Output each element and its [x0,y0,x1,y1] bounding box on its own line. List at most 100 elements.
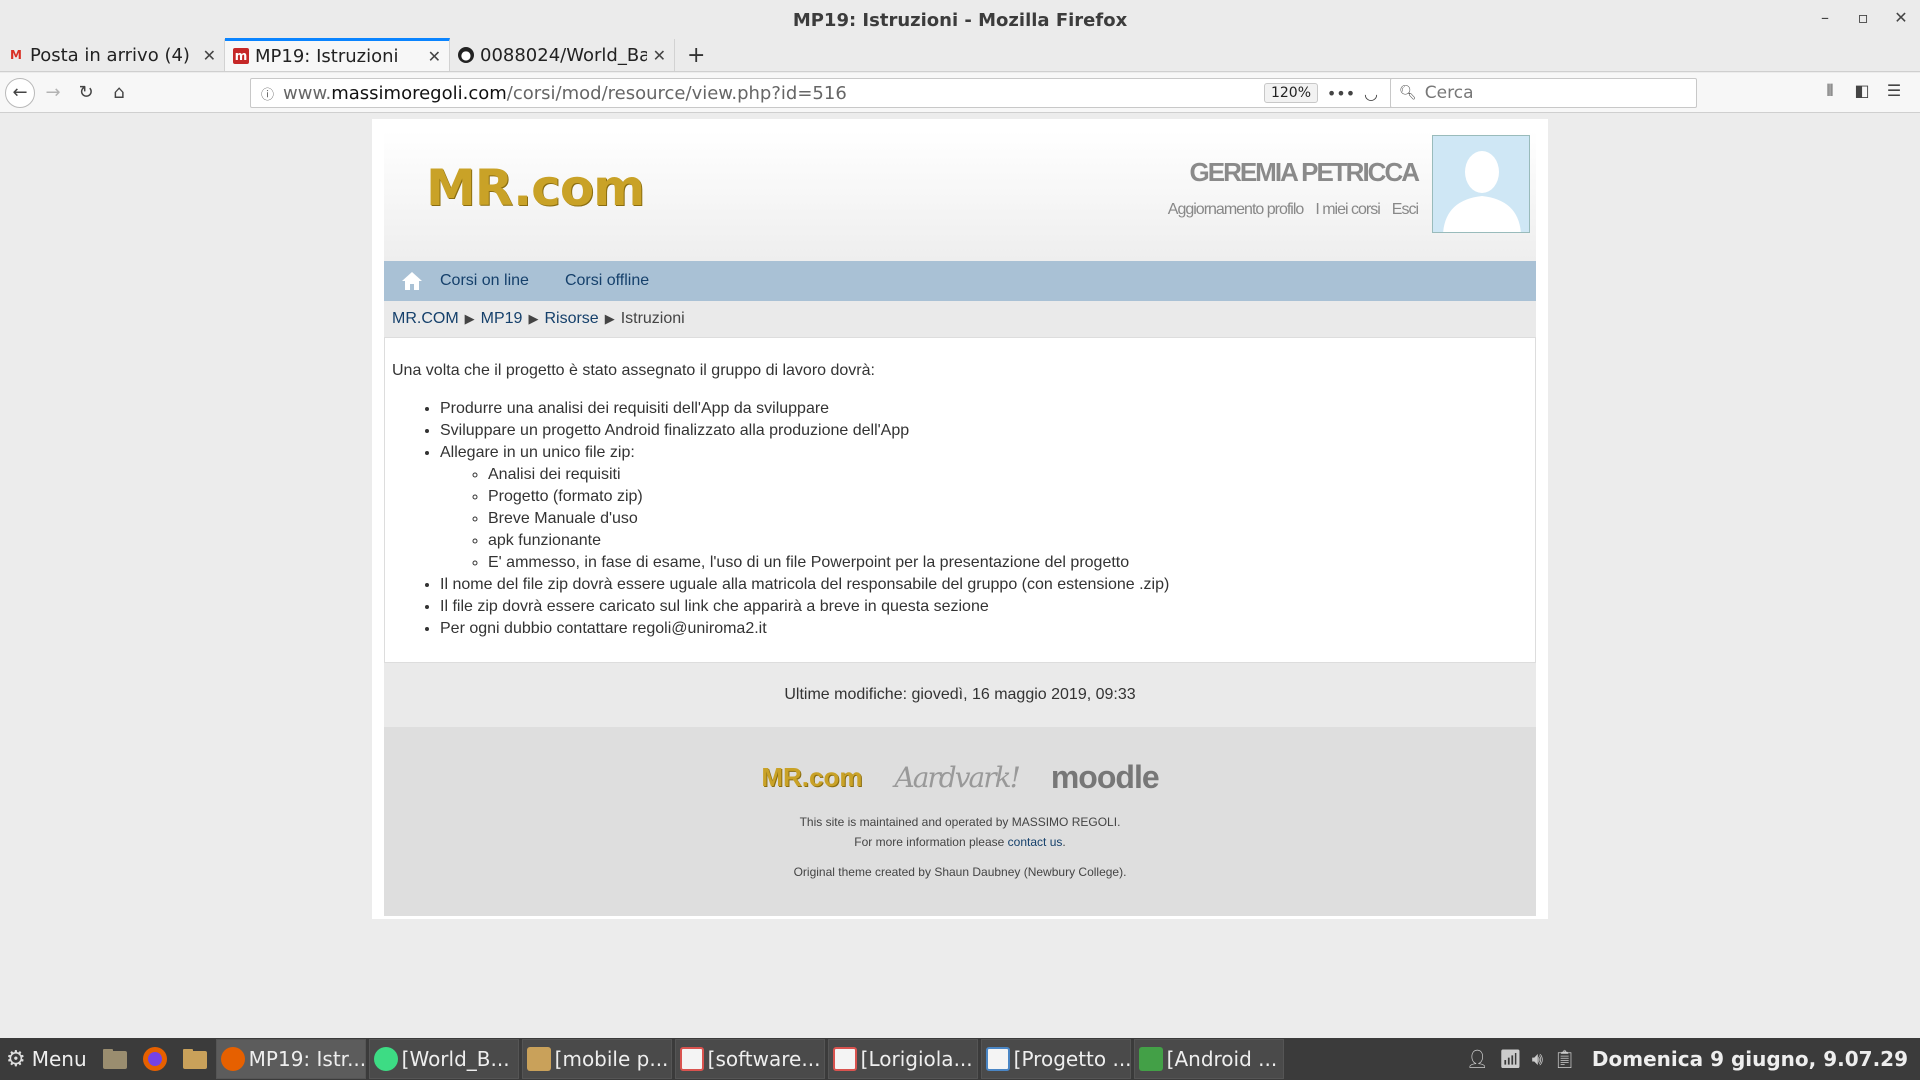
wifi-icon[interactable]: 📶︎ [1499,1049,1522,1070]
start-menu-label: Menu [31,1047,87,1071]
clipboard-icon[interactable]: 📋︎ [1553,1049,1576,1070]
window-titlebar: MP19: Istruzioni - Mozilla Firefox – ▫ ✕ [0,0,1920,40]
github-icon: ● [458,47,474,63]
maximize-button[interactable]: ▫ [1844,8,1882,27]
footer-credit: Original theme created by Shaun Daubney … [793,865,1127,879]
page-viewport: MR.com GEREMIA PETRICCA Aggiornamento pr… [0,114,1920,1038]
forward-button[interactable]: → [38,78,68,108]
taskbar-item-document[interactable]: [Progetto ... [980,1039,1131,1079]
contact-us-link[interactable]: contact us [1008,835,1063,849]
reload-button[interactable]: ↻ [71,78,101,108]
tab-label: MP19: Istruzioni [255,45,399,67]
user-icon[interactable]: 👤︎ [1466,1049,1489,1070]
footer-logo-moodle[interactable]: moodle [1051,759,1160,796]
list-item: Il file zip dovrà essere caricato sul li… [440,596,1528,618]
search-icon: 🔍︎ [1399,85,1417,101]
footer-logo-aardvark[interactable]: Aardvark! [895,761,1021,794]
search-placeholder: Cerca [1424,83,1474,103]
sublist-item: apk funzionante [488,530,1528,552]
list-item: Produrre una analisi dei requisiti dell'… [440,398,1528,420]
page-actions-icon[interactable]: ••• [1326,84,1356,103]
show-desktop-icon[interactable] [97,1041,133,1077]
user-name[interactable]: GEREMIA PETRICCA [1190,157,1420,188]
breadcrumb-risorse[interactable]: Risorse [544,310,598,328]
sublist-item: Breve Manuale d'uso [488,508,1528,530]
close-tab-icon[interactable]: ✕ [203,46,216,65]
tab-label: 0088024/World_Ba [480,44,647,66]
link-my-courses[interactable]: I miei corsi [1315,201,1380,219]
site-logo[interactable]: MR.com [426,159,645,217]
link-update-profile[interactable]: Aggiornamento profilo [1168,201,1305,219]
taskbar-item-android[interactable]: [Android ... [1133,1039,1284,1079]
page-container: MR.com GEREMIA PETRICCA Aggiornamento pr… [372,119,1548,919]
breadcrumb-mrcom[interactable]: MR.COM [392,310,459,328]
breadcrumb-separator-icon: ▶ [528,311,539,326]
menu-online-courses[interactable]: Corsi on line [440,272,529,290]
url-bar[interactable]: ⓘ www.massimoregoli.com/corsi/mod/resour… [250,78,1417,108]
breadcrumb-separator-icon: ▶ [464,311,475,326]
zoom-indicator[interactable]: 120% [1263,83,1318,103]
hamburger-menu-icon[interactable]: ☰ [1878,81,1910,101]
folder-icon [526,1047,551,1071]
site-info-icon[interactable]: ⓘ [261,84,283,103]
breadcrumb: MR.COM ▶ MP19 ▶ Risorse ▶ Istruzioni [384,301,1536,337]
window-title: MP19: Istruzioni - Mozilla Firefox [792,9,1128,31]
sublist-item: E' ammesso, in fase di esame, l'uso di u… [488,552,1528,574]
firefox-launcher-icon[interactable] [137,1041,173,1077]
pocket-icon[interactable]: ◡ [1356,84,1386,103]
search-input[interactable]: 🔍︎ Cerca [1390,78,1697,108]
close-tab-icon[interactable]: ✕ [428,47,441,66]
link-logout[interactable]: Esci [1392,201,1419,219]
volume-icon[interactable]: 🔊︎ [1532,1049,1543,1070]
spreadsheet-icon [1138,1047,1163,1071]
firefox-icon [220,1047,245,1071]
library-icon[interactable]: ⫴ [1814,81,1846,101]
taskbar-item-pdf-lorigiola[interactable]: [Lorigiola... [827,1039,978,1079]
breadcrumb-current: Istruzioni [620,310,685,327]
clock[interactable]: Domenica 9 giugno, 9.07.29 [1592,1047,1908,1071]
tab-gmail[interactable]: M Posta in arrivo (4) ✕ [0,39,225,71]
document-icon [985,1047,1010,1071]
home-button[interactable]: ⌂ [104,78,134,108]
window-controls: – ▫ ✕ [1806,8,1920,27]
taskbar-item-pdf-software[interactable]: [software... [674,1039,825,1079]
tab-label: Posta in arrivo (4) [30,44,190,66]
url-text[interactable]: www.massimoregoli.com/corsi/mod/resource… [283,83,1264,104]
taskbar-item-firefox[interactable]: MP19: Istr... [215,1039,366,1079]
footer-logo-mr[interactable]: MR.com [761,762,862,793]
taskbar-item-folder[interactable]: [mobile p... [521,1039,672,1079]
minimize-button[interactable]: – [1806,8,1844,27]
back-button[interactable]: ← [5,77,35,108]
files-launcher-icon[interactable] [177,1041,213,1077]
avatar[interactable] [1432,135,1530,233]
close-window-button[interactable]: ✕ [1882,8,1920,27]
mr-favicon-icon: m [233,48,249,64]
list-item: Il nome del file zip dovrà essere uguale… [440,574,1528,596]
new-tab-button[interactable]: + [675,39,717,71]
home-icon[interactable] [384,271,440,291]
page-inner: MR.com GEREMIA PETRICCA Aggiornamento pr… [384,131,1536,916]
sublist-item: Analisi dei requisiti [488,464,1528,486]
pdf-icon [679,1047,704,1071]
footer-more-info: For more information please contact us. [854,835,1066,849]
footer-maintained: This site is maintained and operated by … [799,815,1121,829]
system-tray: 👤︎ 📶︎ 🔊︎ 📋︎ Domenica 9 giugno, 9.07.29 [1466,1038,1920,1080]
list-item: Sviluppare un progetto Android finalizza… [440,420,1528,442]
close-tab-icon[interactable]: ✕ [653,46,666,65]
android-studio-icon [373,1047,398,1071]
tab-github[interactable]: ● 0088024/World_Ba ✕ [450,39,675,71]
footer-logos: MR.com Aardvark! moodle [384,759,1536,795]
sidebar-icon[interactable]: ◧ [1846,81,1878,101]
sublist-item: Progetto (formato zip) [488,486,1528,508]
menu-offline-courses[interactable]: Corsi offline [565,272,649,290]
start-menu-button[interactable]: ⚙ Menu [0,1038,93,1080]
taskbar-item-android-studio[interactable]: [World_B... [368,1039,519,1079]
user-silhouette-icon [1433,136,1529,232]
tab-mp19[interactable]: m MP19: Istruzioni ✕ [225,38,450,71]
intro-text: Una volta che il progetto è stato assegn… [392,362,875,379]
toolbar-right: ⫴ ◧ ☰ [1814,81,1910,101]
list-item: Allegare in un unico file zip: Analisi d… [440,442,1528,574]
site-header: MR.com GEREMIA PETRICCA Aggiornamento pr… [384,131,1536,261]
breadcrumb-separator-icon: ▶ [604,311,615,326]
breadcrumb-mp19[interactable]: MP19 [481,310,523,328]
